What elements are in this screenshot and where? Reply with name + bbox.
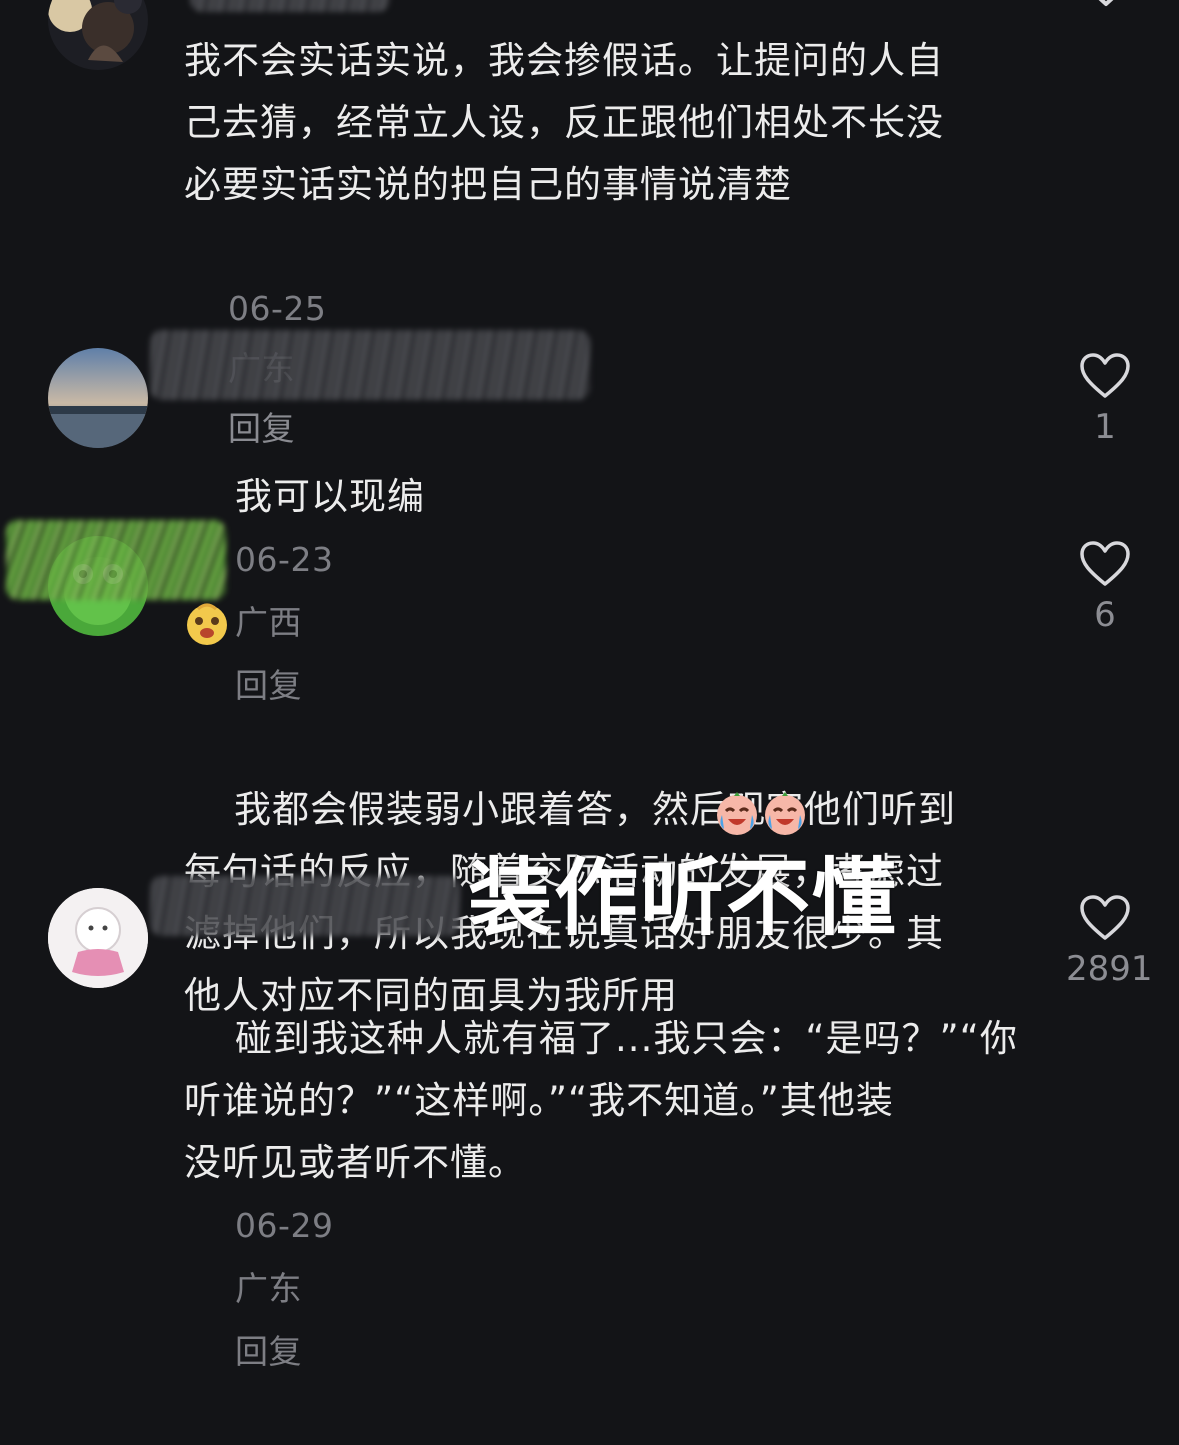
avatar[interactable] xyxy=(48,888,148,988)
blurred-username xyxy=(190,0,390,12)
avatar[interactable] xyxy=(48,348,148,448)
blurred-username xyxy=(6,520,226,600)
reply-button[interactable]: 回复 xyxy=(235,1332,302,1371)
laugh-cry-emoji-icon xyxy=(717,792,757,835)
heart-outline-icon[interactable] xyxy=(1079,353,1131,399)
avatar[interactable] xyxy=(48,0,148,70)
blurred-username xyxy=(150,330,590,400)
comment-date: 06-29 xyxy=(235,1206,334,1245)
comment-text: 碰到我这种人就有福了...我只会：“是吗？”“你 听谁说的？”“这样啊。”“我不… xyxy=(184,1017,1018,1184)
comment-date: 06-25 xyxy=(227,289,327,328)
comment-body: 碰到我这种人就有福了...我只会：“是吗？”“你 听谁说的？”“这样啊。”“我不… xyxy=(184,946,1064,1445)
like-count: 6 xyxy=(1094,595,1116,635)
heart-outline-icon[interactable] xyxy=(1079,541,1131,587)
comment-location: 广东 xyxy=(235,1269,303,1308)
laugh-cry-emoji-icon xyxy=(765,792,805,835)
like-count: 2891 xyxy=(1066,949,1153,989)
like-button[interactable]: 1 xyxy=(1066,353,1144,447)
like-count: 1 xyxy=(1094,407,1116,447)
happy-face-emoji-icon xyxy=(187,603,227,645)
emoji-group xyxy=(714,786,810,848)
comment-text: 我不会实话实说，我会掺假话。让提问的人自 己去猜，经常立人设，反正跟他们相处不长… xyxy=(184,39,944,206)
blurred-username xyxy=(150,876,460,936)
comment-text: 我可以现编 xyxy=(235,475,426,518)
overlay-caption: 装作听不懂 xyxy=(468,849,899,947)
like-button[interactable]: 2891 xyxy=(1066,895,1153,989)
comment-date: 06-23 xyxy=(235,540,334,579)
like-button[interactable]: 6 xyxy=(1066,541,1144,635)
heart-outline-icon[interactable] xyxy=(1079,895,1131,941)
heart-outline-icon[interactable] xyxy=(1080,0,1132,20)
